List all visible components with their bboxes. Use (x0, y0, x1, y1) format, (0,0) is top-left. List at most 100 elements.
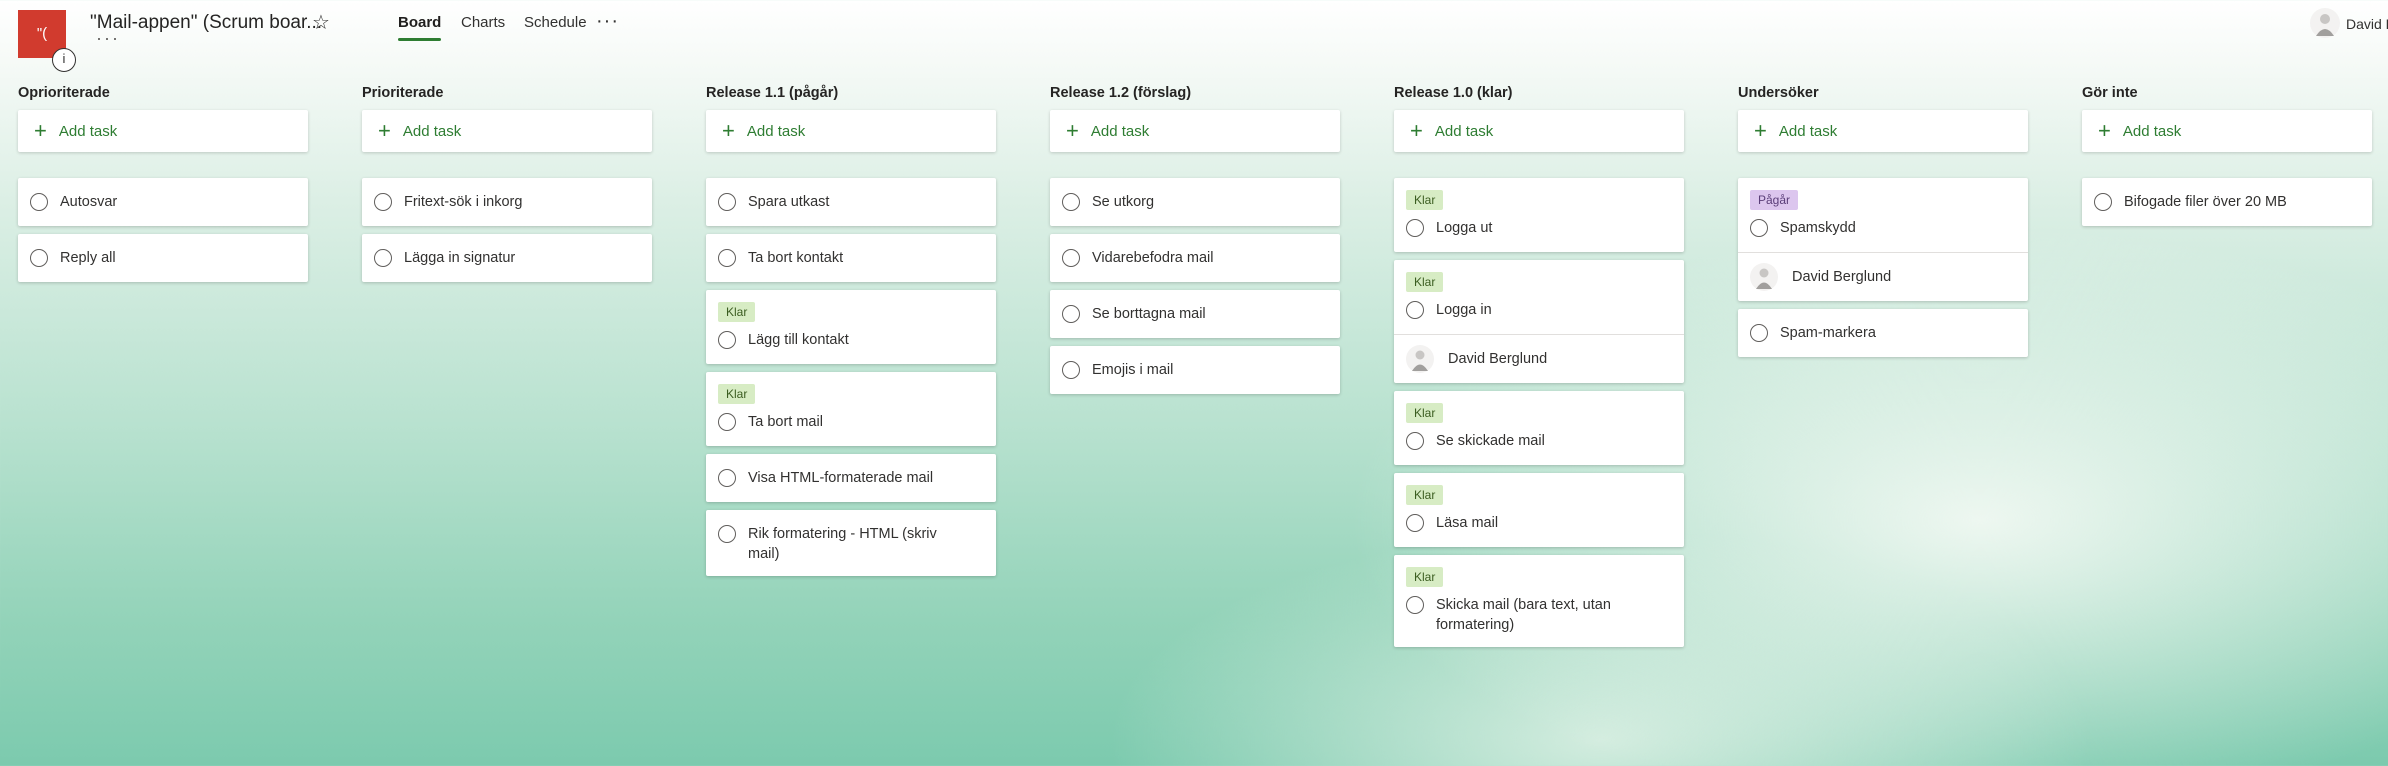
complete-checkbox-icon[interactable] (1750, 219, 1768, 237)
task-title: Se skickade mail (1436, 433, 1545, 449)
column-release-1-2-forslag: Release 1.2 (förslag) + Add task Se utkorg V… (1050, 84, 1340, 402)
user-avatar[interactable] (2310, 8, 2340, 38)
tab-charts[interactable]: Charts (461, 14, 505, 42)
task-row: Visa HTML-formaterade mail (718, 468, 984, 488)
task-title: Skicka mail (bara text, utan formatering… (1436, 597, 1611, 633)
complete-checkbox-icon[interactable] (718, 193, 736, 211)
favorite-star-icon[interactable]: ☆ (312, 10, 330, 35)
column-title[interactable]: Release 1.2 (förslag) (1050, 84, 1340, 110)
complete-checkbox-icon[interactable] (1062, 249, 1080, 267)
column-prioriterade: Prioriterade + Add task Fritext-sök i inkor… (362, 84, 652, 290)
task-row: Logga ut (1406, 218, 1672, 238)
column-title[interactable]: Oprioriterade (18, 84, 308, 110)
complete-checkbox-icon[interactable] (718, 469, 736, 487)
task-title: Spam-markera (1780, 325, 1876, 341)
add-task-button[interactable]: + Add task (1738, 110, 2028, 152)
task-title: Autosvar (60, 194, 118, 210)
column-title[interactable]: Prioriterade (362, 84, 652, 110)
complete-checkbox-icon[interactable] (1406, 596, 1424, 614)
plan-title[interactable]: "Mail-appen" (Scrum boar... (90, 12, 322, 34)
task-row: Lägg till kontakt (718, 330, 984, 350)
task-row: Spamskydd (1750, 218, 2016, 238)
more-options-icon[interactable]: ··· (596, 10, 619, 33)
task-row: Rik formatering - HTML (skriv mail) (718, 524, 984, 564)
add-task-button[interactable]: + Add task (2082, 110, 2372, 152)
task-row: Vidarebefodra mail (1062, 248, 1328, 268)
task-card[interactable]: Klar Lägg till kontakt (706, 290, 996, 364)
title-more-icon[interactable]: ··· (96, 28, 120, 49)
plus-icon: + (1410, 118, 1423, 143)
complete-checkbox-icon[interactable] (718, 525, 736, 543)
add-task-label: Add task (1434, 122, 1494, 140)
add-task-button[interactable]: + Add task (18, 110, 308, 152)
task-list: Bifogade filer över 20 MB (2082, 178, 2372, 226)
task-card[interactable]: Spara utkast (706, 178, 996, 226)
tab-board[interactable]: Board (398, 14, 442, 42)
column-title[interactable]: Gör inte (2082, 84, 2372, 110)
task-title: Logga in (1436, 302, 1492, 318)
task-card[interactable]: Spam-markera (1738, 309, 2028, 357)
task-row: Se utkorg (1062, 192, 1328, 212)
task-card[interactable]: Fritext-sök i inkorg (362, 178, 652, 226)
task-card[interactable]: Vidarebefodra mail (1050, 234, 1340, 282)
task-list: Pågår Spamskydd David Berglund Spam-markera (1738, 178, 2028, 357)
task-card[interactable]: Klar Se skickade mail (1394, 391, 1684, 465)
task-card[interactable]: Reply all (18, 234, 308, 282)
add-task-button[interactable]: + Add task (1050, 110, 1340, 152)
complete-checkbox-icon[interactable] (1750, 324, 1768, 342)
task-card[interactable]: Autosvar (18, 178, 308, 226)
task-assignee[interactable]: David Berglund (1738, 252, 2028, 301)
task-card[interactable]: Klar Skicka mail (bara text, utan formate… (1394, 555, 1684, 647)
complete-checkbox-icon[interactable] (1406, 432, 1424, 450)
complete-checkbox-icon[interactable] (1406, 514, 1424, 532)
task-assignee[interactable]: David Berglund (1394, 334, 1684, 383)
column-title[interactable]: Release 1.0 (klar) (1394, 84, 1684, 110)
complete-checkbox-icon[interactable] (718, 331, 736, 349)
task-title: Lägg till kontakt (748, 332, 849, 348)
task-title: Se borttagna mail (1092, 306, 1206, 322)
tab-schedule[interactable]: Schedule (524, 14, 587, 42)
complete-checkbox-icon[interactable] (374, 249, 392, 267)
add-task-button[interactable]: + Add task (1394, 110, 1684, 152)
task-card[interactable]: Pågår Spamskydd David Berglund (1738, 178, 2028, 301)
add-task-button[interactable]: + Add task (362, 110, 652, 152)
task-card[interactable]: Rik formatering - HTML (skriv mail) (706, 510, 996, 576)
complete-checkbox-icon[interactable] (30, 249, 48, 267)
complete-checkbox-icon[interactable] (1406, 219, 1424, 237)
add-task-label: Add task (2122, 122, 2182, 140)
task-card[interactable]: Klar Logga ut (1394, 178, 1684, 252)
complete-checkbox-icon[interactable] (1062, 361, 1080, 379)
complete-checkbox-icon[interactable] (1406, 301, 1424, 319)
complete-checkbox-icon[interactable] (718, 413, 736, 431)
task-list: Klar Logga ut Klar Logga in David Berglund Kl… (1394, 178, 1684, 647)
complete-checkbox-icon[interactable] (374, 193, 392, 211)
complete-checkbox-icon[interactable] (718, 249, 736, 267)
task-row: Spara utkast (718, 192, 984, 212)
task-card[interactable]: Klar Logga in David Berglund (1394, 260, 1684, 383)
task-card[interactable]: Visa HTML-formaterade mail (706, 454, 996, 502)
column-title[interactable]: Undersöker (1738, 84, 2028, 110)
task-title: Ta bort kontakt (748, 250, 844, 266)
info-icon[interactable]: i (52, 48, 76, 72)
task-card[interactable]: Se utkorg (1050, 178, 1340, 226)
task-card[interactable]: Ta bort kontakt (706, 234, 996, 282)
add-task-button[interactable]: + Add task (706, 110, 996, 152)
add-task-label: Add task (58, 122, 118, 140)
task-card[interactable]: Se borttagna mail (1050, 290, 1340, 338)
task-card[interactable]: Klar Läsa mail (1394, 473, 1684, 547)
user-name[interactable]: David B (2346, 16, 2388, 32)
complete-checkbox-icon[interactable] (1062, 193, 1080, 211)
task-title: Emojis i mail (1092, 362, 1174, 378)
complete-checkbox-icon[interactable] (2094, 193, 2112, 211)
add-task-label: Add task (402, 122, 462, 140)
task-card[interactable]: Bifogade filer över 20 MB (2082, 178, 2372, 226)
complete-checkbox-icon[interactable] (1062, 305, 1080, 323)
task-row: Logga in (1406, 300, 1672, 320)
plus-icon: + (1754, 118, 1767, 143)
task-card[interactable]: Lägga in signatur (362, 234, 652, 282)
complete-checkbox-icon[interactable] (30, 193, 48, 211)
task-card[interactable]: Emojis i mail (1050, 346, 1340, 394)
column-gor-inte: Gör inte + Add task Bifogade filer över 20 … (2082, 84, 2372, 234)
column-title[interactable]: Release 1.1 (pågår) (706, 84, 996, 110)
task-card[interactable]: Klar Ta bort mail (706, 372, 996, 446)
